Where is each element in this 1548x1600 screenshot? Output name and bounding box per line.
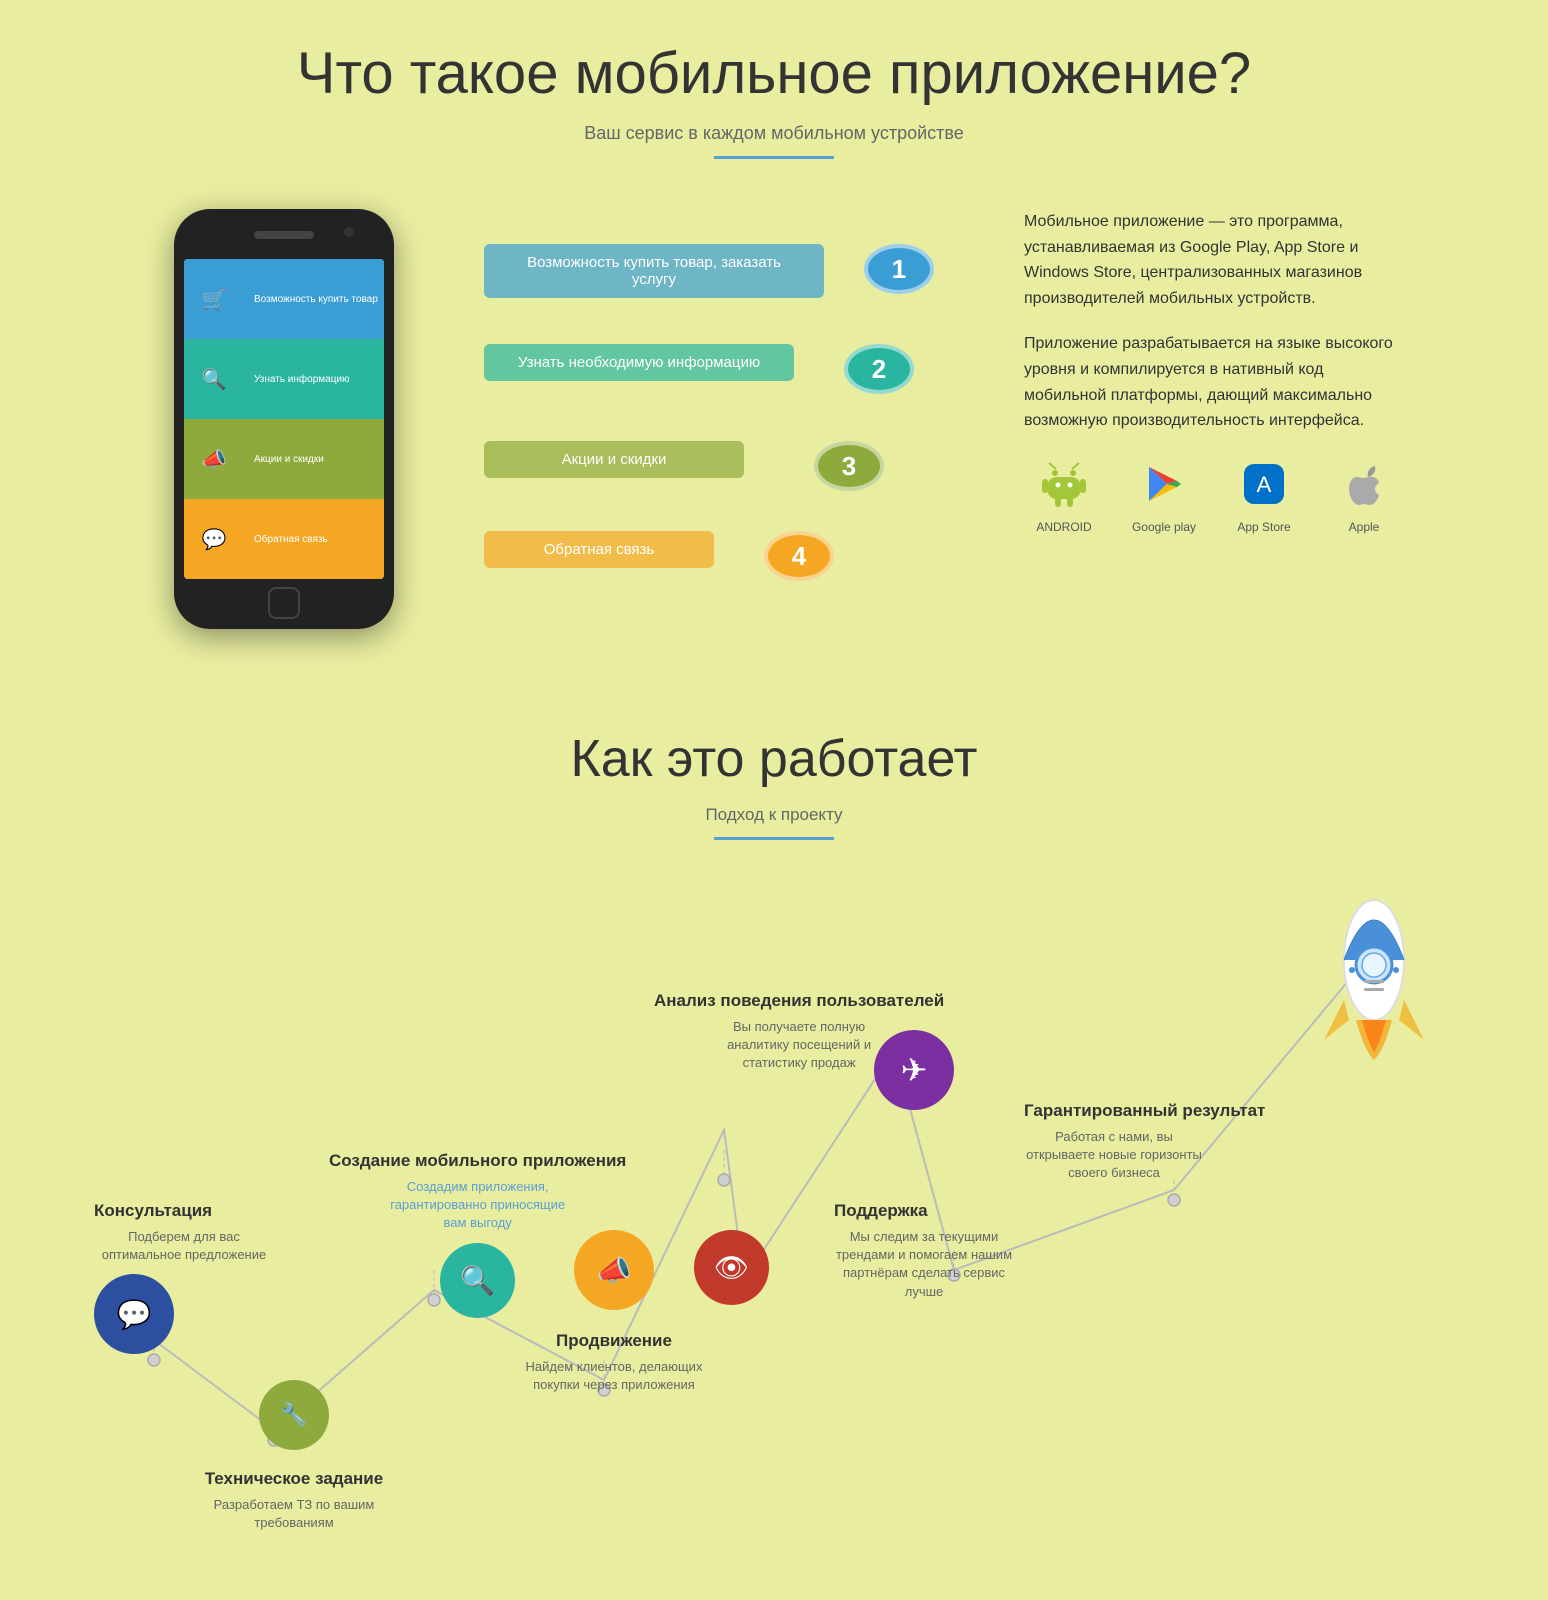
node-promotion-circle: 📣 <box>574 1230 654 1310</box>
node-plane: ✈ <box>874 1030 954 1120</box>
phone-row-1: 🛒 Возможность купить товар <box>184 259 384 339</box>
google-play-label: Google play <box>1124 520 1204 534</box>
node-analysis-desc: Вы получаете полную аналитику посещений … <box>709 1018 889 1073</box>
google-play-icon <box>1134 454 1194 514</box>
rocket-illustration <box>1284 880 1464 1080</box>
node-promotion-desc: Найдем клиентов, делающих покупки через … <box>524 1358 704 1394</box>
node-support-title: Поддержка <box>834 1200 928 1222</box>
feature-label-2: Узнать необходимую информацию <box>518 354 760 371</box>
app-store-icon: A <box>1234 454 1294 514</box>
feature-number-4: 4 <box>764 531 834 581</box>
features-panel: Возможность купить товар, заказать услуг… <box>484 209 964 629</box>
feature-row-2: Узнать необходимую информацию <box>484 344 794 381</box>
phone-screen: 🛒 Возможность купить товар 🔍 Узнать инфо… <box>184 259 384 579</box>
node-consultation-title: Консультация <box>94 1200 212 1222</box>
node-creation-circle: 🔍 <box>440 1243 515 1318</box>
android-icon <box>1034 454 1094 514</box>
store-icons-row: ANDROID Google play <box>1024 454 1404 534</box>
phone-label-3: Акции и скидки <box>244 419 384 499</box>
feature-number-1: 1 <box>864 244 934 294</box>
node-plane-circle: ✈ <box>874 1030 954 1110</box>
node-consultation-desc: Подберем для вас оптимальное предложение <box>94 1228 274 1264</box>
node-technical: 🔧 Техническое задание Разработаем ТЗ по … <box>204 1380 384 1532</box>
phone-row-2: 🔍 Узнать информацию <box>184 339 384 419</box>
node-analysis-title: Анализ поведения пользователей <box>654 990 944 1012</box>
node-consultation-circle: 💬 <box>94 1274 174 1354</box>
node-support-label: Поддержка Мы следим за текущими трендами… <box>834 1200 1014 1301</box>
node-result: Гарантированный результат Работая с нами… <box>1024 1100 1265 1183</box>
right-description: Мобильное приложение — это программа, ус… <box>1024 209 1404 534</box>
phone-camera <box>344 227 354 237</box>
feature-row-3: Акции и скидки <box>484 441 744 478</box>
android-store-label: ANDROID <box>1024 520 1104 534</box>
node-consultation: Консультация Подберем для вас оптимально… <box>94 1200 274 1364</box>
section-how-it-works: Как это работает Подход к проекту <box>0 689 1548 1560</box>
subtitle-divider <box>714 156 834 159</box>
phone-icon-search: 🔍 <box>184 339 244 419</box>
node-result-title: Гарантированный результат <box>1024 1100 1265 1122</box>
phone-body: 🛒 Возможность купить товар 🔍 Узнать инфо… <box>174 209 394 629</box>
google-play-item: Google play <box>1124 454 1204 534</box>
android-store-item: ANDROID <box>1024 454 1104 534</box>
section2-title: Как это работает <box>60 729 1488 789</box>
app-store-label: App Store <box>1224 520 1304 534</box>
phone-row-3: 📣 Акции и скидки <box>184 419 384 499</box>
desc-paragraph-1: Мобильное приложение — это программа, ус… <box>1024 209 1404 311</box>
svg-text:A: A <box>1257 472 1272 497</box>
node-promotion: 📣 Продвижение Найдем клиентов, делающих … <box>524 1230 704 1394</box>
node-creation-desc: Создадим приложения, гарантированно прин… <box>388 1178 568 1233</box>
phone-container: 🛒 Возможность купить товар 🔍 Узнать инфо… <box>144 209 424 629</box>
node-technical-circle: 🔧 <box>259 1380 329 1450</box>
node-result-desc: Работая с нами, вы открываете новые гори… <box>1024 1128 1204 1183</box>
node-eye: 👁 <box>694 1230 769 1315</box>
phone-home-button[interactable] <box>268 587 300 619</box>
phone-row-4: 💬 Обратная связь <box>184 499 384 579</box>
node-creation-title: Создание мобильного приложения <box>329 1150 626 1172</box>
node-promotion-title: Продвижение <box>556 1330 672 1352</box>
main-title: Что такое мобильное приложение? <box>60 40 1488 107</box>
feature-row-4: Обратная связь <box>484 531 714 568</box>
node-support-desc: Мы следим за текущими трендами и помогае… <box>834 1228 1014 1301</box>
apple-icon <box>1334 454 1394 514</box>
feature-number-3: 3 <box>814 441 884 491</box>
feature-label-1: Возможность купить товар, заказать услуг… <box>527 254 781 288</box>
app-store-item: A App Store <box>1224 454 1304 534</box>
node-technical-desc: Разработаем ТЗ по вашим требованиям <box>204 1496 384 1532</box>
apple-item: Apple <box>1324 454 1404 534</box>
section-what-is-app: Что такое мобильное приложение? Ваш серв… <box>0 0 1548 689</box>
feature-number-2: 2 <box>844 344 914 394</box>
feature-label-4: Обратная связь <box>544 541 655 558</box>
content-row: 🛒 Возможность купить товар 🔍 Узнать инфо… <box>60 209 1488 629</box>
apple-label: Apple <box>1324 520 1404 534</box>
feature-label-3: Акции и скидки <box>562 451 667 468</box>
section2-subtitle: Подход к проекту <box>60 805 1488 825</box>
phone-speaker <box>254 231 314 239</box>
subtitle: Ваш сервис в каждом мобильном устройстве <box>60 123 1488 144</box>
feature-row-1: Возможность купить товар, заказать услуг… <box>484 244 824 298</box>
node-eye-circle: 👁 <box>694 1230 769 1305</box>
phone-icon-chat: 💬 <box>184 499 244 579</box>
desc-paragraph-2: Приложение разрабатывается на языке высо… <box>1024 331 1404 433</box>
phone-label-1: Возможность купить товар <box>244 259 384 339</box>
phone-label-2: Узнать информацию <box>244 339 384 419</box>
node-technical-title: Техническое задание <box>205 1468 383 1490</box>
section2-divider <box>714 837 834 840</box>
phone-label-4: Обратная связь <box>244 499 384 579</box>
phone-icon-megaphone: 📣 <box>184 419 244 499</box>
workflow-diagram: Консультация Подберем для вас оптимально… <box>74 900 1474 1500</box>
phone-icon-cart: 🛒 <box>184 259 244 339</box>
